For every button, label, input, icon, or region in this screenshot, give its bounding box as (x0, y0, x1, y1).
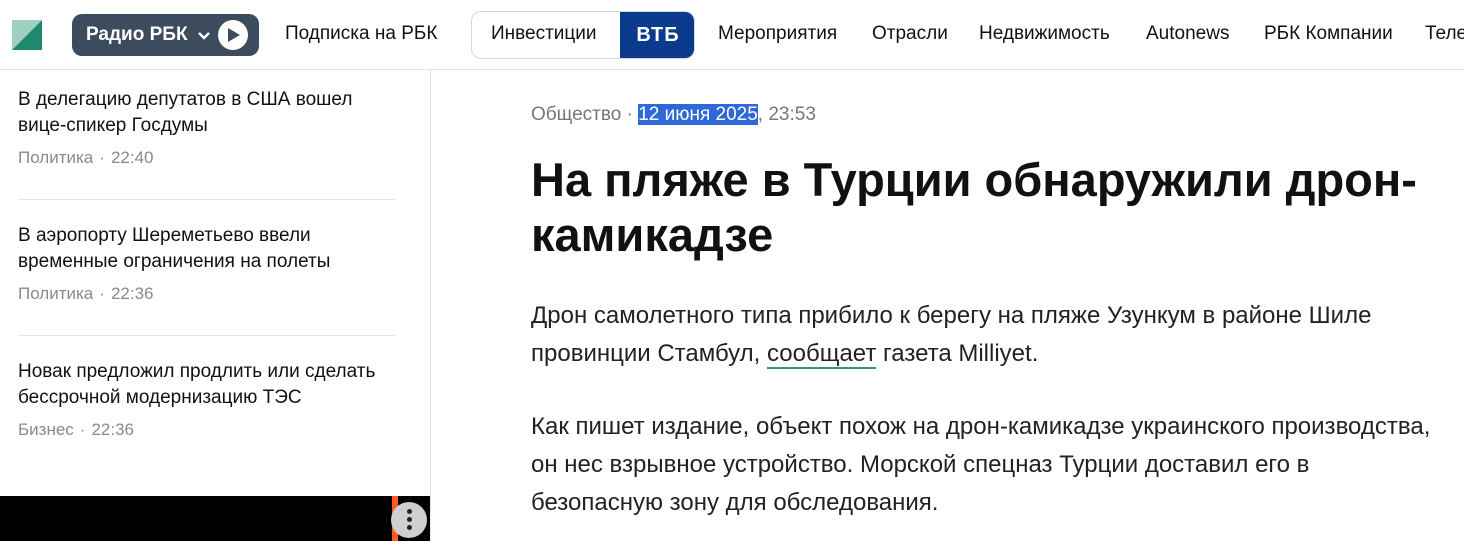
article-date: 12 июня 2025 (638, 104, 758, 125)
nav-link-subscription[interactable]: Подписка на РБК (285, 23, 437, 45)
news-feed-sidebar: В делегацию депутатов в США вошел вице-с… (0, 70, 431, 541)
news-category: Политика (18, 148, 94, 167)
investments-label: Инвестиции (491, 23, 597, 44)
radio-rbc-button[interactable]: Радио РБК (72, 14, 259, 56)
news-meta: Политика · 22:40 (18, 148, 154, 167)
investments-vtb-link[interactable]: Инвестиции ВТБ (471, 11, 695, 59)
dot-icon (407, 509, 412, 514)
nav-link-realty[interactable]: Недвижимость (979, 23, 1110, 45)
news-time: 22:36 (110, 284, 154, 303)
news-item[interactable]: В делегацию депутатов в США вошел вице-с… (18, 87, 395, 168)
more-options-button[interactable] (391, 502, 427, 538)
article-paragraph-2: Как пишет издание, объект похож на дрон-… (531, 413, 1431, 516)
news-title[interactable]: В аэропорту Шереметьево ввели временные … (18, 223, 395, 275)
video-player[interactable] (0, 496, 430, 541)
news-item[interactable]: В аэропорту Шереметьево ввели временные … (18, 223, 395, 304)
radio-rbc-label: Радио РБК (86, 24, 188, 45)
news-title[interactable]: Новак предложил продлить или сделать бес… (18, 359, 395, 411)
play-icon (228, 28, 240, 42)
article-time: , 23:53 (757, 104, 816, 125)
nav-link-events[interactable]: Мероприятия (718, 23, 837, 45)
article-paragraph-1: Дрон самолетного типа прибило к берегу н… (531, 297, 1431, 373)
news-item[interactable]: Новак предложил продлить или сделать бес… (18, 359, 395, 440)
nav-link-rbc-companies[interactable]: РБК Компании (1264, 23, 1393, 45)
meta-separator: · (621, 104, 639, 125)
nav-link-industries[interactable]: Отрасли (872, 23, 948, 45)
news-category: Политика (18, 284, 94, 303)
news-meta: Бизнес · 22:36 (18, 420, 135, 439)
rbc-logo-icon[interactable] (12, 20, 42, 50)
vtb-logo: ВТБ (620, 12, 694, 58)
article-meta: Общество · 12 июня 2025, 23:53 (531, 104, 816, 126)
news-meta: Политика · 22:36 (18, 284, 154, 303)
news-title[interactable]: В делегацию депутатов в США вошел вице-с… (18, 87, 395, 139)
news-time: 22:36 (91, 420, 135, 439)
article-category[interactable]: Общество (531, 104, 621, 125)
news-category: Бизнес (18, 420, 74, 439)
divider (18, 335, 395, 336)
divider (18, 199, 395, 200)
news-time: 22:40 (110, 148, 154, 167)
chevron-down-icon (198, 32, 210, 40)
nav-link-tv[interactable]: Теле (1425, 23, 1464, 45)
top-navigation: Радио РБК Подписка на РБК Инвестиции ВТБ… (0, 0, 1464, 70)
dot-icon (407, 517, 412, 522)
nav-link-autonews[interactable]: Autonews (1146, 23, 1229, 45)
paragraph-text: газета Milliyet. (876, 340, 1039, 367)
play-button[interactable] (218, 20, 248, 50)
source-link[interactable]: сообщает (767, 340, 877, 369)
dot-icon (407, 525, 412, 530)
article-headline: На пляже в Турции обнаружили дрон-камика… (531, 153, 1417, 261)
